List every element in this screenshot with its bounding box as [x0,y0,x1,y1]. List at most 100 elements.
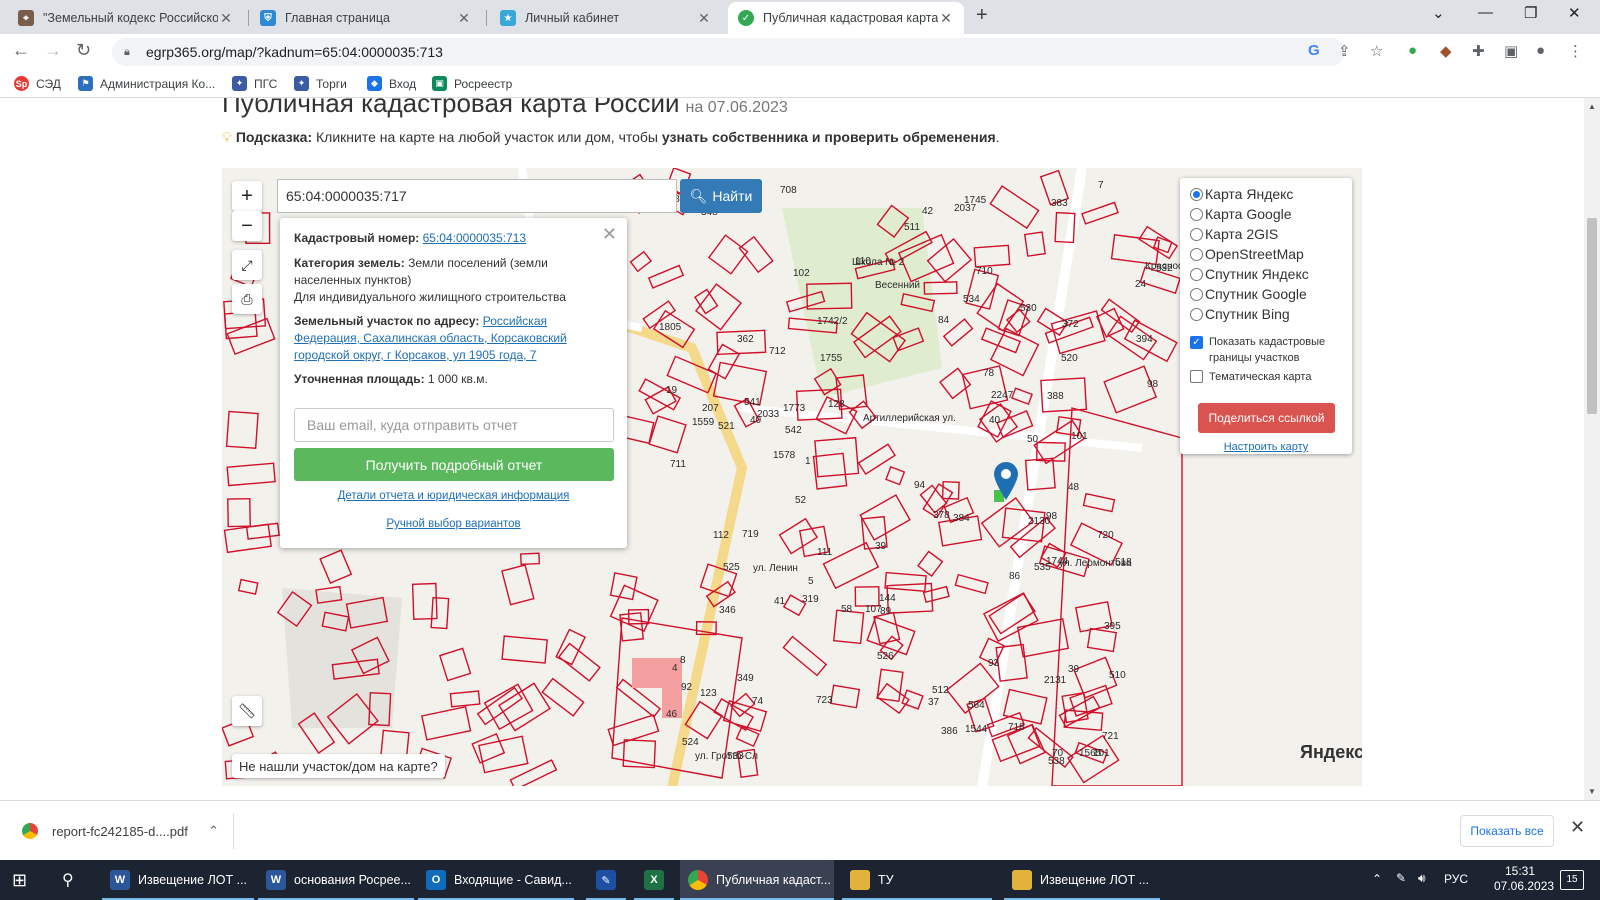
parcel-boundary[interactable] [648,415,687,454]
forward-icon[interactable]: → [44,40,62,61]
bookmark-rosreestr[interactable]: ▣ Росреестр [432,76,512,91]
parcel-boundary[interactable] [478,735,529,774]
search-icon[interactable]: ⚲ [62,860,88,900]
find-button[interactable]: 🔍︎ Найти [680,179,762,213]
checkbox-icon[interactable]: ✓ [1190,336,1203,349]
volume-icon[interactable]: 🔊︎ [1418,871,1426,886]
parcel-boundary[interactable] [829,684,861,709]
download-item[interactable]: report-fc242185-d....pdf ⌃ [12,813,234,849]
parcel-boundary[interactable] [1110,234,1160,266]
cadastral-map[interactable]: 3940559981011021075231950101425587019394… [222,168,1362,786]
parcel-boundary[interactable] [430,596,450,630]
close-icon[interactable]: ✕ [1570,817,1585,838]
parcel-boundary[interactable] [226,462,276,487]
taskbar-word-2[interactable]: Wоснования Росрее... [258,860,414,900]
extension-icon[interactable]: ● [1408,42,1417,59]
parcel-boundary[interactable] [471,732,506,764]
parcel-boundary[interactable] [989,185,1040,230]
parcel-boundary[interactable] [707,234,749,275]
notification-icon[interactable]: 15 [1560,870,1584,890]
parcel-boundary[interactable] [438,647,472,682]
parcel-boundary[interactable] [954,573,989,595]
parcel-boundary[interactable] [917,550,944,577]
layer-2gis-map[interactable]: Карта 2GIS [1190,226,1278,242]
minimize-icon[interactable]: — [1478,4,1493,21]
bookmark-sed[interactable]: Sp СЭД [14,76,61,91]
parcel-boundary[interactable] [421,705,472,741]
parcel-boundary[interactable] [237,578,259,595]
close-icon[interactable]: ✕ [218,10,234,27]
layer-google-map[interactable]: Карта Google [1190,206,1292,222]
parcel-boundary[interactable] [812,452,848,490]
parcel-boundary[interactable] [707,343,741,380]
parcel-boundary[interactable] [1082,492,1116,513]
share-link-button[interactable]: Поделиться ссылкой [1198,403,1335,433]
restore-icon[interactable]: ❐ [1524,4,1537,22]
tab-land-code[interactable]: ⌖ "Земельный кодекс Российской ✕ [8,2,244,34]
parcel-boundary[interactable] [319,549,353,584]
parcel-boundary[interactable] [449,690,481,708]
puzzle-icon[interactable]: ✚ [1472,42,1485,60]
location-pin-icon[interactable] [992,460,1020,500]
taskbar-excel[interactable]: X [634,860,674,900]
checkbox-icon[interactable] [1190,370,1203,383]
configure-map-link[interactable]: Настроить карту [1224,441,1309,453]
not-found-button[interactable]: Не нашли участок/дом на карте? [232,754,445,778]
taskbar-outlook[interactable]: O Входящие - Савид... [418,860,574,900]
manual-select-link[interactable]: Ручной выбор вариантов [386,518,520,530]
parcel-boundary[interactable] [519,552,541,566]
radio-icon[interactable] [1190,267,1203,281]
profile-icon[interactable]: ● [1536,42,1545,59]
parcel-boundary[interactable] [738,235,774,274]
radio-icon[interactable] [1190,287,1203,301]
ruler-icon[interactable]: 📏︎ [232,696,262,726]
address-bar[interactable]: 🔒︎ egrp365.org/map/?kadnum=65:04:0000035… [112,38,1345,66]
cadastral-search-input[interactable]: 65:04:0000035:717 [277,179,677,213]
page-scrollbar[interactable]: ▲ ▼ [1584,98,1600,800]
parcel-boundary[interactable] [694,288,719,315]
parcel-boundary[interactable] [1002,688,1048,725]
get-report-button[interactable]: Получить подробный отчет [294,448,614,481]
taskbar-folder-tu[interactable]: ТУ [842,860,992,900]
pen-tray-icon[interactable]: ✎ [1396,871,1406,885]
radio-icon[interactable] [1190,247,1203,261]
chevron-up-icon[interactable]: ⌃ [1372,872,1382,886]
print-icon[interactable]: ⎙ [232,284,262,314]
parcel-boundary[interactable] [922,585,950,604]
parcel-boundary[interactable] [1011,387,1033,406]
close-icon[interactable]: ✕ [456,10,472,27]
back-icon[interactable]: ← [12,40,30,61]
bookmark-auctions[interactable]: ✦ Торги [294,76,347,91]
parcel-boundary[interactable] [695,283,742,331]
layer-osm[interactable]: OpenStreetMap [1190,246,1304,262]
chevron-down-icon[interactable]: ⌄ [1432,4,1445,22]
taskbar-editor[interactable]: ✎ [586,860,626,900]
parcel-boundary[interactable] [223,310,258,340]
parcel-boundary[interactable] [227,497,251,528]
parcel-boundary[interactable] [555,628,586,666]
radio-icon[interactable] [1190,227,1203,241]
close-window-icon[interactable]: ✕ [1568,4,1581,22]
zoom-in-button[interactable]: + [232,181,262,211]
layer-bing-satellite[interactable]: Спутник Bing [1190,306,1290,322]
sidepanel-icon[interactable]: ▣ [1504,42,1518,60]
taskbar-chrome[interactable]: Публичная кадаст... [680,860,834,900]
scroll-thumb[interactable] [1587,218,1597,414]
parcel-boundary[interactable] [501,635,548,664]
taskbar-folder-lot[interactable]: Извещение ЛОТ ... [1004,860,1160,900]
bookmark-administration[interactable]: ⚑ Администрация Ко... [78,76,215,91]
parcel-boundary[interactable] [782,635,828,677]
menu-icon[interactable]: ⋮ [1568,42,1583,60]
email-field[interactable]: Ваш email, куда отправить отчет [294,408,614,442]
bookmark-login[interactable]: ◆ Вход [367,76,416,91]
chevron-up-icon[interactable]: ⌃ [208,823,219,839]
tab-home[interactable]: ⛨ Главная страница ✕ [250,2,482,34]
scroll-down-icon[interactable]: ▼ [1588,787,1596,796]
show-borders-toggle[interactable]: ✓ Показать кадастровые границы участков [1190,334,1342,366]
parcel-boundary[interactable] [885,465,906,486]
windows-start-icon[interactable]: ⊞ [12,860,38,900]
cadastral-number-link[interactable]: 65:04:0000035:713 [423,231,526,245]
new-tab-icon[interactable]: + [976,4,988,27]
zoom-out-button[interactable]: − [232,211,262,241]
parcel-boundary[interactable] [541,677,585,717]
